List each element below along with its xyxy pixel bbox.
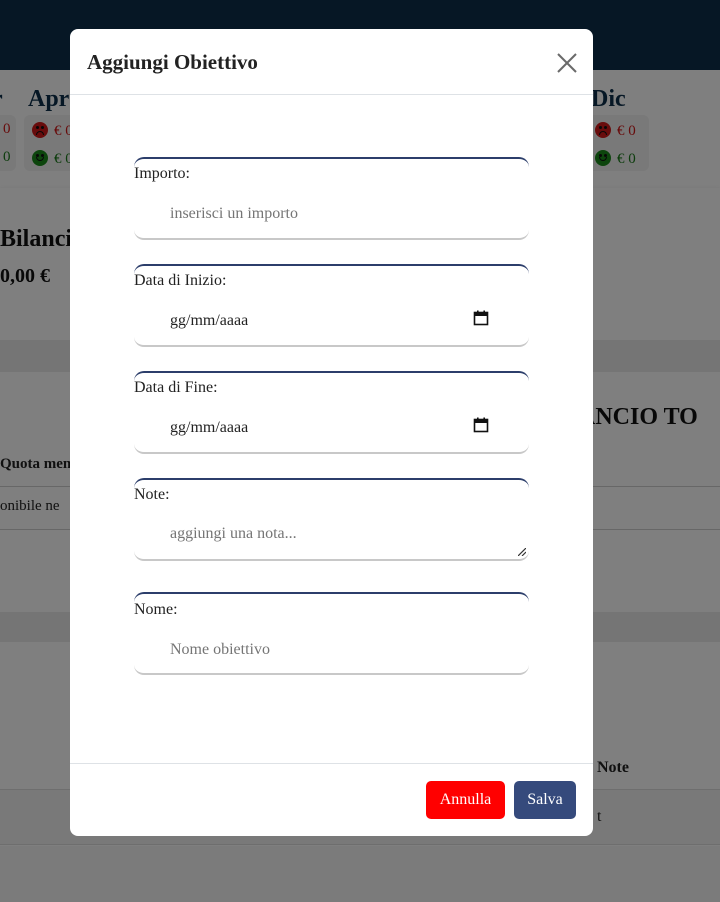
modal-title: Aggiungi Obiettivo: [87, 50, 258, 74]
name-input[interactable]: Nome obiettivo: [170, 641, 270, 659]
end-date-field-group: Data di Fine: gg/mm/aaaa: [134, 371, 529, 454]
name-field-group: Nome: Nome obiettivo: [134, 592, 529, 675]
end-date-input[interactable]: gg/mm/aaaa: [170, 419, 248, 437]
save-button[interactable]: Salva: [514, 781, 576, 819]
calendar-icon[interactable]: [473, 417, 489, 433]
note-textarea[interactable]: aggiungi una nota...: [170, 525, 297, 543]
name-label: Nome:: [134, 601, 178, 618]
resize-grip-icon[interactable]: [518, 548, 526, 556]
calendar-icon[interactable]: [473, 310, 489, 326]
close-icon: [557, 53, 577, 73]
modal-header: Aggiungi Obiettivo: [70, 29, 593, 95]
note-label: Note:: [134, 486, 170, 503]
amount-input[interactable]: inserisci un importo: [170, 205, 298, 223]
start-date-input[interactable]: gg/mm/aaaa: [170, 312, 248, 330]
start-date-label: Data di Inizio:: [134, 272, 227, 289]
end-date-label: Data di Fine:: [134, 379, 218, 396]
amount-field-group: Importo: inserisci un importo: [134, 157, 529, 240]
start-date-field-group: Data di Inizio: gg/mm/aaaa: [134, 264, 529, 347]
close-button[interactable]: [554, 50, 580, 76]
modal-footer: Annulla Salva: [70, 763, 593, 836]
amount-label: Importo:: [134, 165, 190, 182]
add-goal-modal: Aggiungi Obiettivo Importo: inserisci un…: [70, 29, 593, 836]
note-field-group: Note: aggiungi una nota...: [134, 478, 529, 561]
cancel-button[interactable]: Annulla: [426, 781, 505, 819]
